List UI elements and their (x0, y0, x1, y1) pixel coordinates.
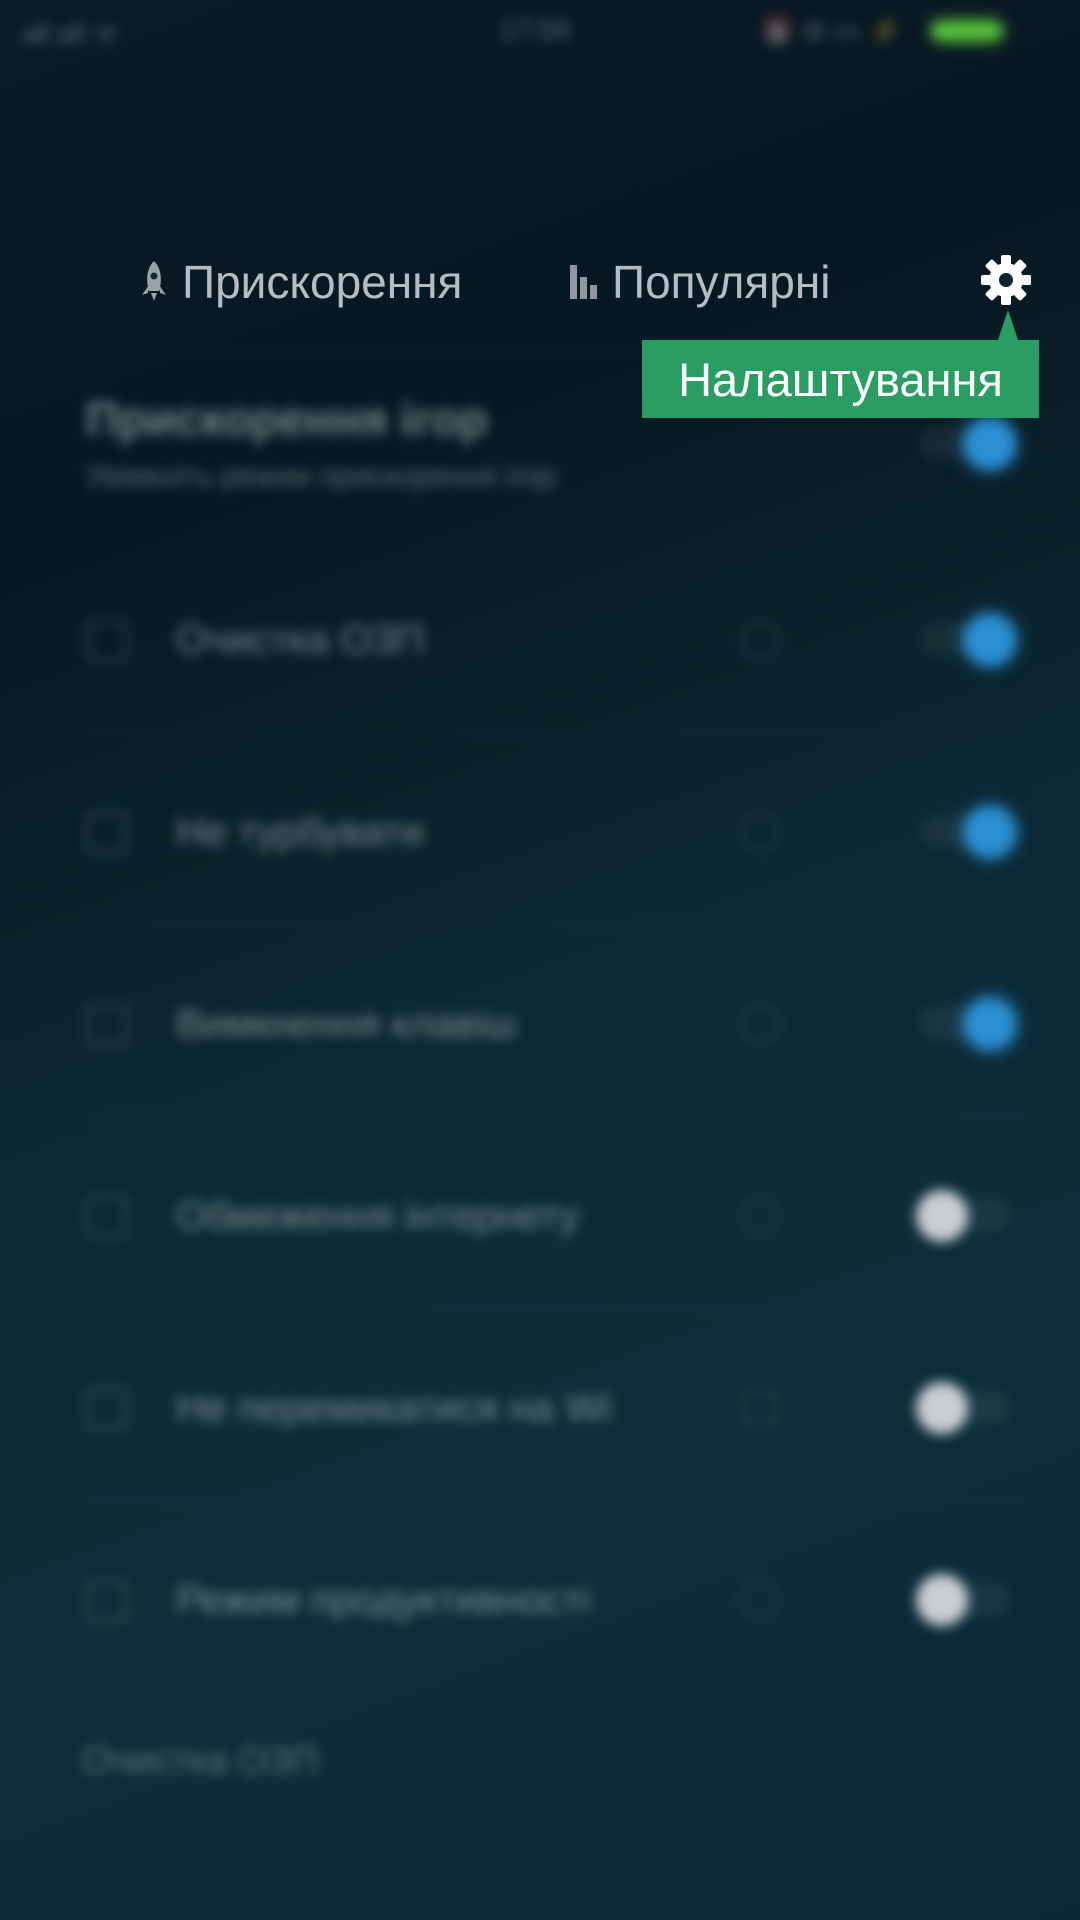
keys-icon (86, 1004, 128, 1046)
section-title: Прискорення ігор (86, 393, 488, 445)
switch-icon (86, 1388, 128, 1430)
section-toggle[interactable] (964, 418, 1016, 470)
row-label: Обмеження інтернету (176, 1194, 580, 1238)
settings-tooltip: Налаштування (642, 340, 1039, 418)
info-icon[interactable] (740, 812, 780, 852)
divider (86, 1308, 1026, 1310)
status-icons: ⏰ ⊘ ▭ ⚡ (760, 15, 903, 46)
toggle-switch[interactable] (916, 1382, 968, 1434)
section-subtitle: Увімкніть режим прискорення ігор (86, 460, 556, 493)
status-bar: all all ᯤ 17:04 ⏰ ⊘ ▭ ⚡ (0, 0, 1080, 60)
row-label: Не турбувати (176, 810, 424, 854)
footer-label: Очистка ОЗП (82, 1740, 318, 1782)
tab-popular[interactable]: Популярні (568, 250, 831, 314)
status-time: 17:04 (500, 14, 571, 45)
toggle-switch[interactable] (916, 1190, 968, 1242)
performance-icon (86, 1580, 128, 1622)
row-label: Вимкнення клавіш (176, 1002, 518, 1046)
toggle-switch[interactable] (916, 1574, 968, 1626)
info-icon[interactable] (740, 1196, 780, 1236)
signal-indicators: all all ᯤ (22, 18, 120, 49)
row-label: Очистка ОЗП (176, 618, 425, 662)
gear-icon[interactable] (978, 252, 1034, 308)
tab-label: Популярні (612, 256, 831, 308)
memory-icon (86, 620, 128, 662)
tooltip-arrow (998, 310, 1018, 340)
list-item[interactable]: Вимкнення клавіш (0, 962, 1080, 1082)
divider (86, 1116, 1026, 1118)
battery-icon (932, 22, 1002, 40)
rocket-icon (142, 261, 166, 301)
divider (86, 924, 1026, 926)
info-icon[interactable] (740, 1004, 780, 1044)
tab-label: Прискорення (182, 256, 463, 308)
info-icon[interactable] (740, 620, 780, 660)
row-label: Режим продуктивності (176, 1578, 591, 1622)
moon-icon (86, 812, 128, 854)
row-label: Не перемикатися на Wi (176, 1386, 612, 1430)
list-item[interactable]: Не перемикатися на Wi (0, 1346, 1080, 1466)
info-icon[interactable] (740, 1580, 780, 1620)
list-item[interactable]: Обмеження інтернету (0, 1154, 1080, 1274)
divider (86, 732, 1026, 734)
divider (86, 1500, 1026, 1502)
list-item[interactable]: Очистка ОЗП (0, 578, 1080, 698)
bar-chart-icon (570, 265, 597, 299)
tab-speed[interactable]: Прискорення (138, 250, 462, 314)
list-item[interactable]: Режим продуктивності (0, 1538, 1080, 1658)
toggle-switch[interactable] (964, 614, 1016, 666)
toggle-switch[interactable] (964, 806, 1016, 858)
info-icon[interactable] (740, 1388, 780, 1428)
wifi-icon (86, 1196, 128, 1238)
list-item[interactable]: Не турбувати (0, 770, 1080, 890)
toggle-switch[interactable] (964, 998, 1016, 1050)
